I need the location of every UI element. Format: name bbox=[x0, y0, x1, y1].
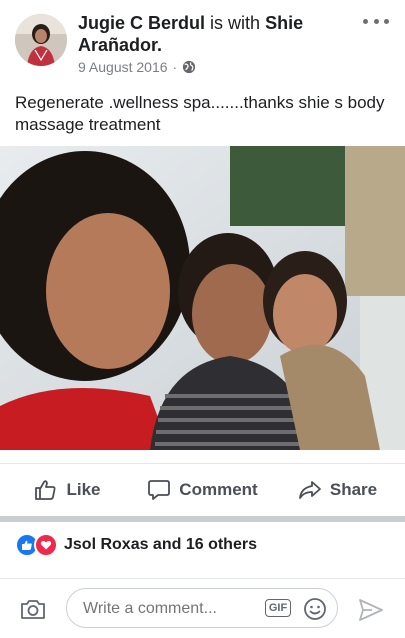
comment-box[interactable]: GIF bbox=[66, 588, 338, 628]
share-label: Share bbox=[329, 480, 378, 499]
comment-label: Comment bbox=[179, 480, 258, 499]
comment-input[interactable] bbox=[81, 597, 260, 621]
reactions-text: Jsol Roxas and 16 others bbox=[64, 536, 257, 553]
post-text: Regenerate .wellness spa.......thanks sh… bbox=[15, 93, 385, 134]
author-name[interactable]: Jugie C Berdul bbox=[78, 13, 205, 33]
section-divider bbox=[0, 516, 405, 522]
post-date[interactable]: 9 August 2016 bbox=[78, 59, 168, 75]
like-button[interactable]: Like bbox=[0, 464, 135, 516]
post-photo[interactable] bbox=[0, 146, 405, 450]
post-meta: 9 August 2016 · bbox=[78, 59, 196, 75]
composer-divider bbox=[0, 578, 405, 579]
comment-button[interactable]: Comment bbox=[135, 464, 270, 516]
more-options-icon[interactable] bbox=[363, 14, 389, 28]
camera-icon[interactable] bbox=[20, 597, 46, 621]
post-author-line: Jugie C Berdul is with Shie Arañador. bbox=[78, 12, 353, 56]
globe-icon bbox=[183, 60, 196, 74]
like-label: Like bbox=[66, 480, 101, 499]
love-reaction-icon bbox=[34, 533, 58, 557]
share-icon bbox=[298, 481, 321, 499]
dot-icon bbox=[384, 18, 389, 24]
gif-icon[interactable]: GIF bbox=[265, 599, 291, 617]
share-button[interactable]: Share bbox=[270, 464, 405, 516]
thumbs-up-icon bbox=[35, 480, 56, 500]
gif-label: GIF bbox=[268, 602, 288, 614]
reaction-icons bbox=[15, 533, 58, 557]
dot-icon bbox=[363, 18, 368, 24]
reactions-summary[interactable]: Jsol Roxas and 16 others bbox=[15, 533, 257, 557]
meta-separator: · bbox=[172, 59, 178, 75]
dot-icon bbox=[373, 18, 379, 24]
with-text: is with bbox=[210, 13, 261, 33]
author-avatar[interactable] bbox=[15, 14, 67, 66]
post-header: Jugie C Berdul is with Shie Arañador. 9 … bbox=[0, 0, 405, 90]
comment-icon bbox=[148, 480, 171, 500]
emoji-icon[interactable] bbox=[303, 597, 327, 621]
comment-composer: GIF bbox=[0, 582, 405, 638]
post-action-bar: Like Comment Share bbox=[0, 463, 405, 516]
send-icon[interactable] bbox=[358, 598, 384, 622]
